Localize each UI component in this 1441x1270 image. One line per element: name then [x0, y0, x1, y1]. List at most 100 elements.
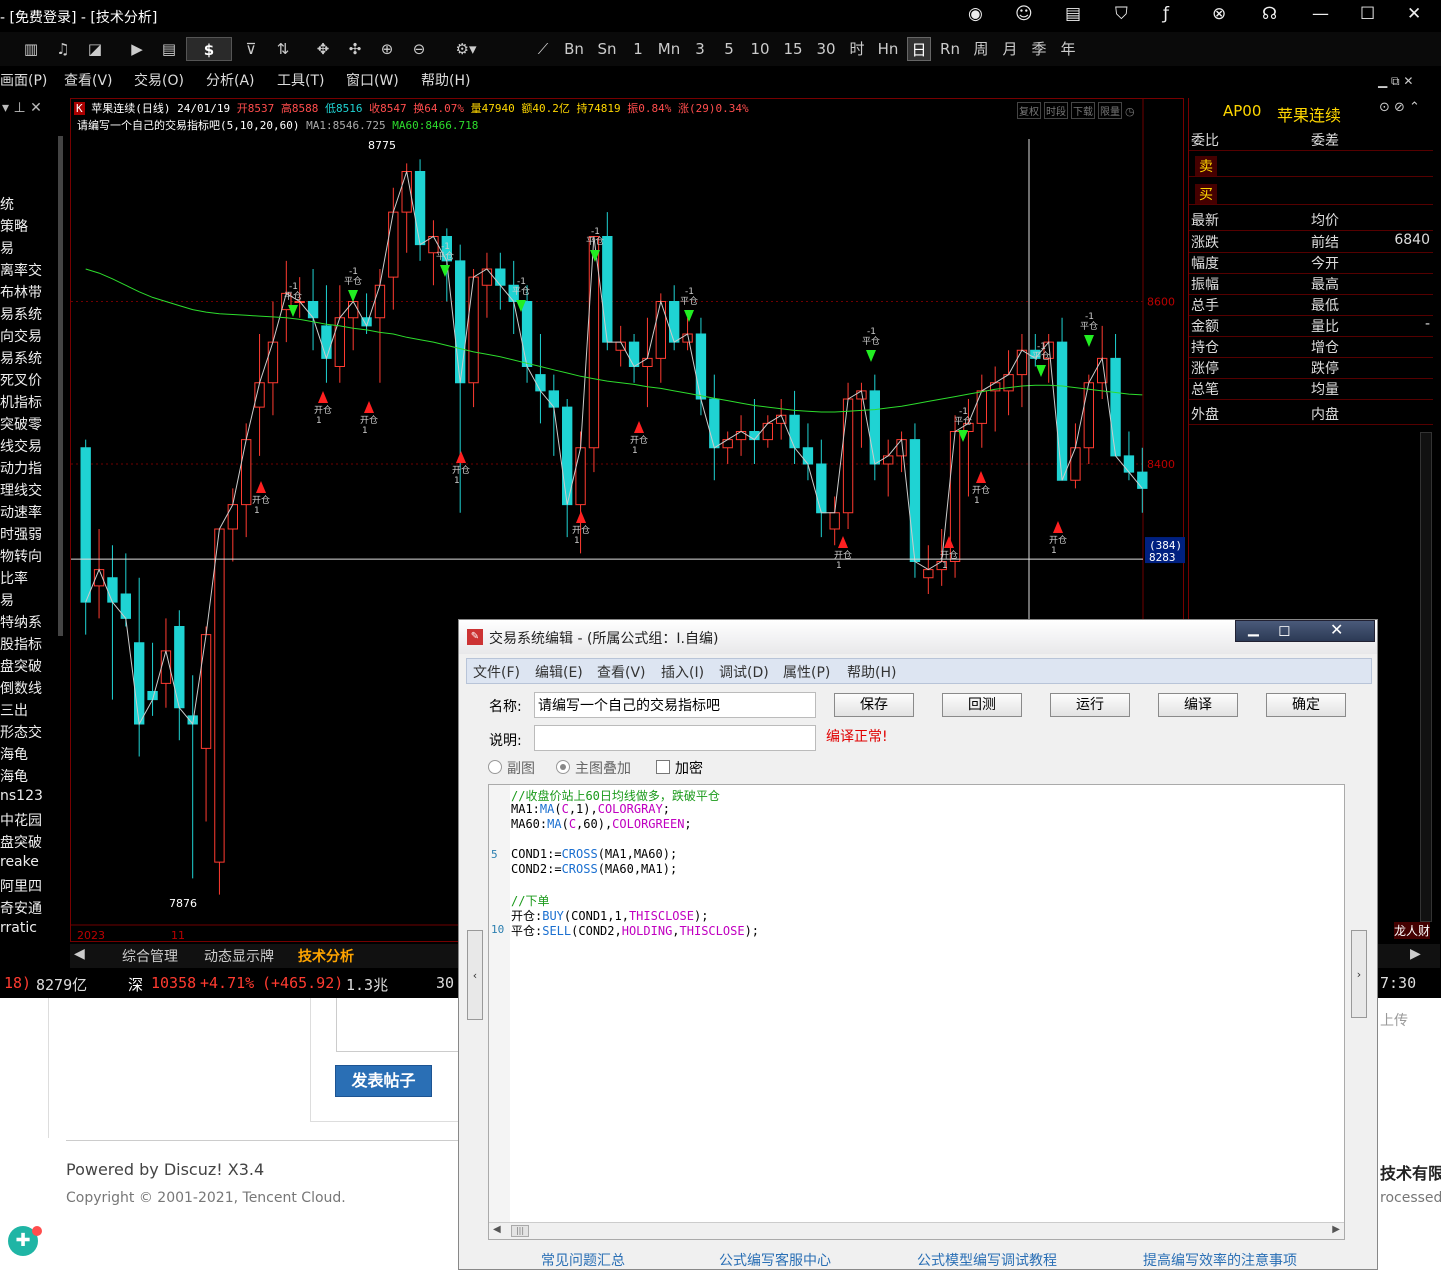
dialog-menu-4[interactable]: 调试(D)	[719, 662, 769, 682]
dialog-menu-3[interactable]: 插入(I)	[661, 662, 704, 682]
bell-icon[interactable]: ♫	[50, 37, 76, 61]
period-0[interactable]: Bn	[560, 37, 588, 61]
link-icon[interactable]: ⊗	[1212, 4, 1226, 24]
scroll-right-icon[interactable]: ▶	[1332, 1224, 1340, 1235]
desc-input[interactable]	[534, 725, 816, 751]
close-icon[interactable]: ✕	[1330, 620, 1343, 639]
strategy-item[interactable]: 特纳系	[0, 612, 42, 632]
help-link-3[interactable]: 提高编写效率的注意事项	[1143, 1250, 1297, 1270]
document-icon[interactable]: ▤	[1065, 4, 1081, 24]
crosshair-icon[interactable]: ✣	[342, 37, 368, 61]
main-overlay-radio[interactable]	[556, 760, 570, 774]
strategy-item[interactable]: 动速率	[0, 502, 42, 522]
dialog-button-3[interactable]: 编译	[1158, 693, 1238, 717]
close-icon[interactable]: ✕	[1407, 4, 1421, 24]
menu-2[interactable]: 交易(O)	[134, 70, 184, 90]
dialog-button-0[interactable]: 保存	[834, 693, 914, 717]
strategy-item[interactable]: 策略	[0, 216, 28, 236]
user-icon[interactable]: ☺	[1015, 4, 1033, 24]
strategy-item[interactable]: 海龟	[0, 766, 28, 786]
clock-icon[interactable]: ◷	[1125, 105, 1135, 118]
strategy-item[interactable]: 阿里四	[0, 876, 42, 896]
period-5[interactable]: 5	[717, 37, 741, 61]
menu-3[interactable]: 分析(A)	[206, 70, 255, 90]
strategy-item[interactable]: 海龟	[0, 744, 28, 764]
trend-icon[interactable]: ⟋	[530, 37, 556, 61]
menu-0[interactable]: 画面(P)	[0, 70, 47, 90]
strategy-item[interactable]: 物转向	[0, 546, 42, 566]
maximize-icon[interactable]: ☐	[1360, 4, 1375, 24]
period-2[interactable]: 1	[626, 37, 650, 61]
editor-box[interactable]	[336, 998, 460, 1052]
headset-icon[interactable]: ☊	[1262, 4, 1277, 24]
formula-icon[interactable]: ƒ	[1163, 4, 1169, 24]
code-editor[interactable]: 5 10 //收盘价站上60日均线做多，跌破平仓 MA1:MA(C,1),COLOR…	[488, 784, 1345, 1240]
scroll-left-icon[interactable]: ◀	[493, 1224, 501, 1235]
strategy-item[interactable]: 盘突破	[0, 656, 42, 676]
sort-icon[interactable]: ⇅	[270, 37, 296, 61]
menu-6[interactable]: 帮助(H)	[421, 70, 470, 90]
period-7[interactable]: 15	[779, 37, 807, 61]
tab-1[interactable]: 动态显示牌	[204, 946, 274, 966]
period-9[interactable]: 时	[845, 37, 869, 61]
strategy-item[interactable]: 时强弱	[0, 524, 42, 544]
help-link-2[interactable]: 公式模型编写调试教程	[917, 1250, 1057, 1270]
strategy-item[interactable]: 死叉价	[0, 370, 42, 390]
strategy-item[interactable]: 易系统	[0, 304, 42, 324]
post-button[interactable]: 发表帖子	[335, 1065, 432, 1097]
period-13[interactable]: 周	[969, 37, 993, 61]
minimize-icon[interactable]: ▁	[1248, 621, 1259, 637]
dialog-menu-1[interactable]: 编辑(E)	[535, 662, 583, 682]
right-collapse-arrow[interactable]: ›	[1351, 930, 1367, 1018]
candle-chart-icon[interactable]: ▥	[18, 37, 44, 61]
strategy-item[interactable]: 奇安通	[0, 898, 42, 918]
strategy-item[interactable]: 突破零	[0, 414, 42, 434]
upload-label[interactable]: 上传	[1380, 1010, 1408, 1030]
maximize-icon[interactable]: ◻	[1278, 621, 1290, 639]
period-12[interactable]: Rn	[936, 37, 964, 61]
dialog-menu-0[interactable]: 文件(F)	[473, 662, 520, 682]
rss-icon[interactable]: ◉	[968, 4, 983, 24]
strategy-item[interactable]: 易	[0, 590, 14, 610]
name-input[interactable]	[534, 692, 816, 718]
line-chart-icon[interactable]: ◪	[82, 37, 108, 61]
left-collapse-arrow[interactable]: ‹	[467, 930, 483, 1020]
menu-1[interactable]: 查看(V)	[64, 70, 113, 90]
chart-button-3[interactable]: 限量	[1098, 102, 1122, 119]
strategy-item[interactable]: 动力指	[0, 458, 42, 478]
currency-button[interactable]: $	[186, 37, 232, 61]
period-10[interactable]: Hn	[874, 37, 902, 61]
scroll-thumb[interactable]: |||	[511, 1225, 529, 1237]
zoom-out-icon[interactable]: ⊖	[406, 37, 432, 61]
menu-4[interactable]: 工具(T)	[277, 70, 324, 90]
strategy-item[interactable]: 中花园	[0, 810, 42, 830]
period-1[interactable]: Sn	[593, 37, 621, 61]
tab-0[interactable]: 综合管理	[122, 946, 178, 966]
strategy-item[interactable]: 向交易	[0, 326, 42, 346]
menu-5[interactable]: 窗口(W)	[346, 70, 399, 90]
minimize-icon[interactable]: —	[1312, 4, 1329, 24]
strategy-item[interactable]: 布林带	[0, 282, 42, 302]
dialog-menu-2[interactable]: 查看(V)	[597, 662, 646, 682]
move-icon[interactable]: ✥	[310, 37, 336, 61]
strategy-item[interactable]: 线交易	[0, 436, 42, 456]
dialog-menu-5[interactable]: 属性(P)	[783, 662, 830, 682]
strategy-item[interactable]: 形态交	[0, 722, 42, 742]
strategy-item[interactable]: 离率交	[0, 260, 42, 280]
zoom-in-icon[interactable]: ⊕	[374, 37, 400, 61]
dialog-menu-6[interactable]: 帮助(H)	[847, 662, 896, 682]
strategy-item[interactable]: 机指标	[0, 392, 42, 412]
quote-controls-icon[interactable]: ⊙ ⊘ ⌃	[1379, 100, 1420, 115]
period-4[interactable]: 3	[688, 37, 712, 61]
cart-icon[interactable]: ⛉	[1115, 4, 1128, 24]
period-11[interactable]: 日	[907, 37, 931, 61]
dialog-button-1[interactable]: 回测	[942, 693, 1022, 717]
sub-chart-radio[interactable]	[488, 760, 502, 774]
strategy-item[interactable]: rratic	[0, 920, 37, 936]
horizontal-scrollbar[interactable]: ◀ ||| ▶	[489, 1222, 1344, 1239]
period-14[interactable]: 月	[998, 37, 1022, 61]
panel-controls-icon[interactable]: ▁ ⧉ ✕	[1378, 74, 1413, 89]
strategy-item[interactable]: 股指标	[0, 634, 42, 654]
left-scrollbar[interactable]	[58, 136, 63, 636]
help-link-1[interactable]: 公式编写客服中心	[719, 1250, 831, 1270]
